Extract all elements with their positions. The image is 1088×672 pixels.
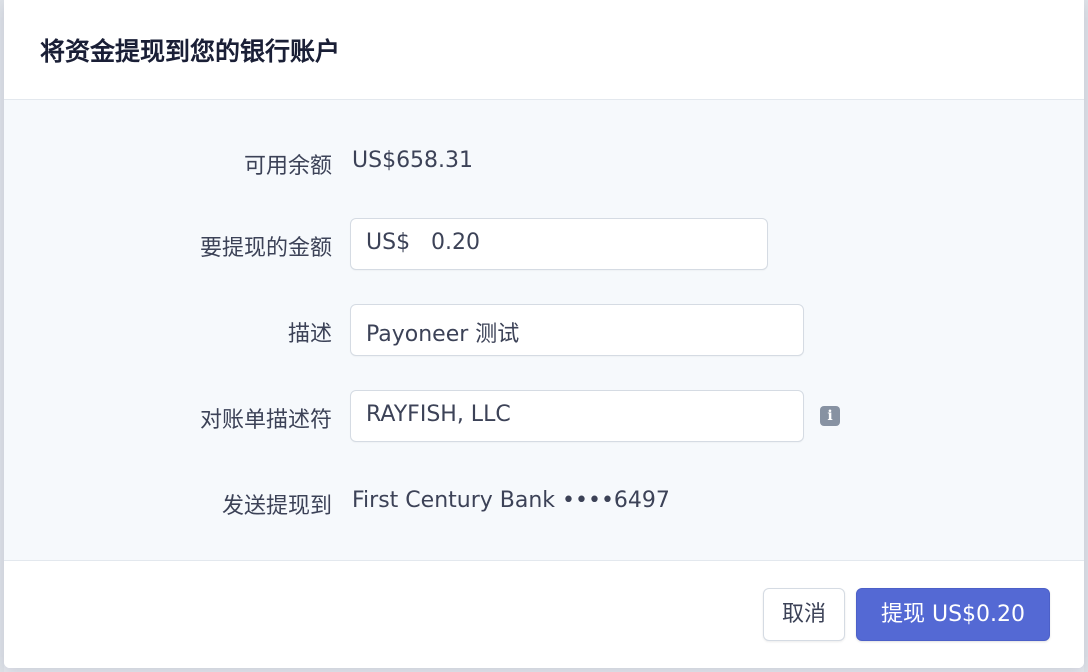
available-balance-value: US$658.31: [352, 148, 474, 173]
statement-descriptor-value: RAYFISH, LLC: [366, 402, 511, 427]
send-to-label: 发送提现到: [221, 494, 332, 519]
description-label: 描述: [287, 322, 332, 347]
statement-descriptor-row: 对账单描述符 RAYFISH, LLC i: [4, 390, 1084, 442]
info-icon[interactable]: i: [820, 406, 840, 426]
currency-prefix: US$: [366, 230, 411, 255]
payout-modal: 将资金提现到您的银行账户 可用余额 US$658.31 要提现的金额 US$ 0…: [4, 0, 1084, 668]
amount-label: 要提现的金额: [199, 236, 332, 261]
description-row: 描述 Payoneer 测试: [4, 304, 1084, 356]
statement-descriptor-input[interactable]: RAYFISH, LLC: [350, 390, 804, 442]
description-input[interactable]: Payoneer 测试: [350, 304, 804, 356]
available-balance-label: 可用余额: [243, 154, 332, 179]
available-balance-row: 可用余额 US$658.31: [4, 144, 1084, 180]
statement-descriptor-label: 对账单描述符: [199, 408, 332, 433]
modal-title: 将资金提现到您的银行账户: [40, 37, 341, 66]
description-value: Payoneer 测试: [366, 322, 520, 347]
submit-payout-button[interactable]: 提现 US$0.20: [856, 588, 1050, 641]
modal-header: 将资金提现到您的银行账户: [4, 0, 1084, 100]
modal-footer: 取消 提现 US$0.20: [4, 560, 1084, 668]
amount-input[interactable]: US$ 0.20: [350, 218, 768, 270]
backdrop-right: [1084, 0, 1088, 672]
amount-value: 0.20: [431, 230, 480, 255]
send-to-row: 发送提现到 First Century Bank ••••6497: [4, 484, 1084, 520]
cancel-button[interactable]: 取消: [763, 588, 845, 641]
amount-row: 要提现的金额 US$ 0.20: [4, 218, 1084, 270]
bank-account-value: First Century Bank ••••6497: [352, 488, 670, 513]
modal-body: 可用余额 US$658.31 要提现的金额 US$ 0.20 描述 Payone…: [4, 100, 1084, 560]
